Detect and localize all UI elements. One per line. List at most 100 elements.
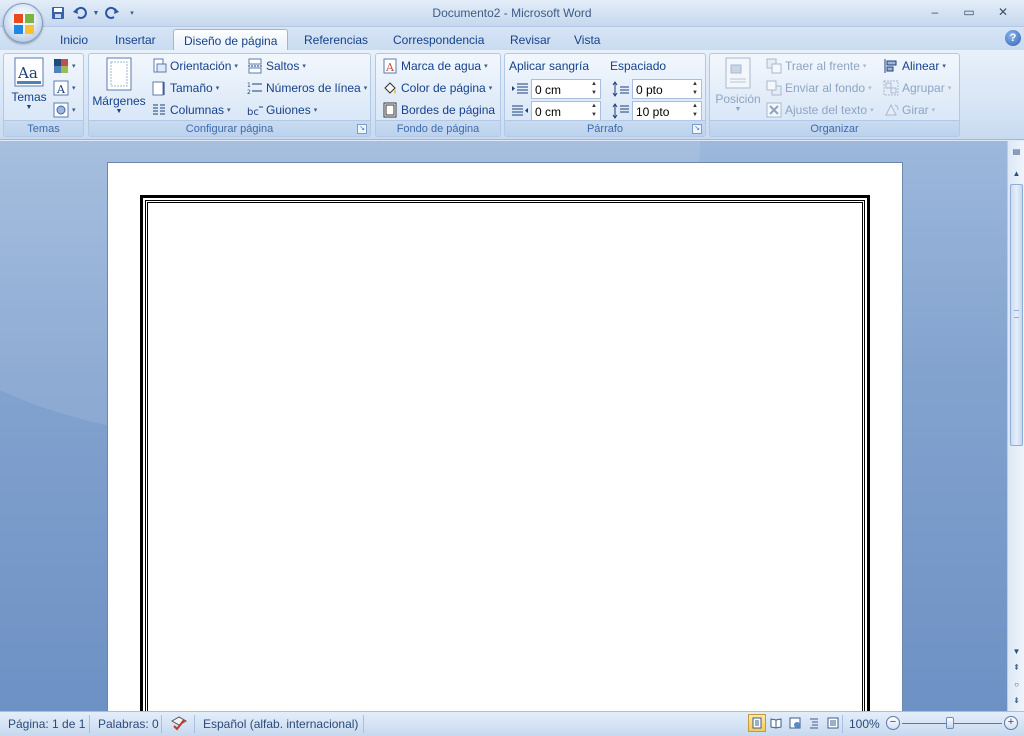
dropdown-arrow-icon: ▾ — [234, 63, 238, 70]
previous-page-icon[interactable]: ⇞ — [1009, 661, 1024, 675]
document-area[interactable] — [0, 141, 1007, 711]
text-wrap-button[interactable]: Ajuste del texto ▾ — [766, 101, 874, 119]
select-browse-object-icon[interactable]: ○ — [1009, 678, 1024, 692]
breaks-button[interactable]: Saltos ▾ — [247, 57, 306, 75]
spacing-after-icon — [612, 103, 629, 119]
help-icon[interactable]: ? — [1005, 30, 1021, 46]
page-borders-button[interactable]: Bordes de página — [382, 101, 495, 119]
tab-correspondencia[interactable]: Correspondencia — [383, 29, 494, 50]
svg-text:1: 1 — [247, 82, 251, 89]
page-color-button[interactable]: Color de página ▾ — [382, 79, 492, 97]
rotate-label: Girar — [902, 103, 929, 117]
align-icon — [884, 59, 897, 73]
send-to-back-icon — [766, 80, 782, 96]
outline-view-icon[interactable] — [805, 714, 823, 732]
print-layout-view-icon[interactable] — [748, 714, 766, 732]
zoom-out-button[interactable]: − — [886, 716, 900, 730]
themes-button[interactable]: Aa Temas ▼ — [9, 57, 49, 111]
scroll-thumb[interactable] — [1010, 184, 1023, 446]
bring-to-front-button[interactable]: Traer al frente ▾ — [766, 57, 866, 75]
send-to-back-button[interactable]: Enviar al fondo ▾ — [766, 79, 872, 97]
line-numbers-button[interactable]: 12 Números de línea ▾ — [247, 79, 367, 97]
group-button[interactable]: Agrupar ▾ — [883, 79, 951, 97]
indent-left-input[interactable]: 0 cm ▲ ▼ — [531, 79, 601, 99]
tab-insertar[interactable]: Insertar — [105, 29, 166, 50]
status-divider — [161, 715, 162, 733]
theme-fonts-button[interactable]: A ▾ — [53, 79, 76, 97]
indent-right-input[interactable]: 0 cm ▲ ▼ — [531, 101, 601, 121]
theme-colors-icon — [54, 59, 68, 73]
columns-button[interactable]: Columnas ▾ — [151, 101, 231, 119]
minimize-button[interactable]: – — [918, 2, 952, 22]
indent-right-icon — [512, 105, 528, 116]
group-label-temas: Temas — [4, 120, 83, 136]
margins-button[interactable]: Márgenes ▼ — [92, 57, 146, 115]
dropdown-arrow-icon: ▾ — [227, 107, 231, 114]
svg-text:2: 2 — [247, 89, 251, 96]
spinner-arrows-icon[interactable]: ▲ ▼ — [589, 80, 599, 98]
position-label: Posición — [715, 92, 761, 106]
spinner-arrows-icon[interactable]: ▲ ▼ — [690, 102, 700, 120]
ruler-toggle-icon[interactable]: ▤ — [1009, 145, 1024, 159]
status-divider — [194, 715, 195, 733]
office-button[interactable] — [3, 3, 43, 43]
rotate-icon — [885, 103, 899, 116]
scroll-down-icon[interactable]: ▼ — [1009, 645, 1024, 659]
group-fondo-de-pagina: A Marca de agua ▾ Color de página ▾ Bord… — [375, 53, 501, 137]
tab-revisar[interactable]: Revisar — [500, 29, 561, 50]
watermark-button[interactable]: A Marca de agua ▾ — [382, 57, 488, 75]
tab-inicio[interactable]: Inicio — [50, 29, 98, 50]
document-page[interactable] — [107, 162, 903, 711]
web-layout-view-icon[interactable] — [786, 714, 804, 732]
theme-fonts-icon: A — [53, 80, 69, 96]
align-button[interactable]: Alinear ▾ — [883, 57, 946, 75]
vertical-scrollbar[interactable]: ▤ ▲ ▼ ⇞ ○ ⇟ — [1007, 141, 1024, 711]
full-screen-reading-view-icon[interactable] — [767, 714, 785, 732]
zoom-slider-thumb[interactable] — [946, 717, 954, 729]
size-label: Tamaño — [170, 81, 213, 95]
group-icon — [883, 80, 899, 96]
word-count[interactable]: Palabras: 0 — [98, 717, 159, 731]
paragraph-launcher-icon[interactable]: ↘ — [692, 124, 702, 134]
bring-to-front-icon — [766, 58, 782, 74]
dropdown-arrow-icon: ▾ — [488, 85, 493, 92]
theme-effects-icon — [53, 102, 69, 118]
dropdown-arrow-icon: ▾ — [942, 63, 946, 70]
orientation-button[interactable]: Orientación ▾ — [151, 57, 238, 75]
spacing-after-value: 10 pto — [636, 105, 670, 119]
spacing-after-input[interactable]: 10 pto ▲ ▼ — [632, 101, 702, 121]
scroll-grip — [1014, 310, 1019, 318]
language-indicator[interactable]: Español (alfab. internacional) — [203, 717, 358, 731]
theme-effects-button[interactable]: ▾ — [53, 101, 76, 119]
page-border — [140, 195, 870, 711]
group-organizar: Posición ▼ Traer al frente ▾ Enviar al f… — [709, 53, 960, 137]
dropdown-arrow-icon: ▾ — [947, 85, 952, 92]
proofing-icon[interactable] — [170, 715, 188, 733]
columns-icon — [153, 104, 165, 115]
zoom-level[interactable]: 100% — [849, 717, 880, 731]
page-borders-label: Bordes de página — [401, 103, 496, 117]
position-button[interactable]: Posición ▼ — [713, 57, 763, 113]
spacing-before-input[interactable]: 0 pto ▲ ▼ — [632, 79, 702, 99]
size-button[interactable]: Tamaño ▾ — [151, 79, 219, 97]
status-divider — [842, 715, 843, 733]
hyphenation-button[interactable]: bc Guiones ▾ — [247, 101, 317, 119]
spinner-arrows-icon[interactable]: ▲ ▼ — [589, 102, 599, 120]
page-count[interactable]: Página: 1 de 1 — [8, 717, 85, 731]
maximize-button[interactable]: ▭ — [952, 2, 986, 22]
tab-diseno-de-pagina[interactable]: Diseño de página — [173, 29, 289, 50]
spinner-arrows-icon[interactable]: ▲ ▼ — [690, 80, 700, 98]
close-button[interactable]: ✕ — [986, 2, 1020, 22]
dropdown-arrow-icon: ▾ — [868, 85, 872, 92]
svg-text:A: A — [56, 83, 66, 96]
page-setup-launcher-icon[interactable]: ↘ — [357, 124, 367, 134]
tab-vista[interactable]: Vista — [564, 29, 610, 50]
tab-referencias[interactable]: Referencias — [294, 29, 378, 50]
ribbon: Aa Temas ▼ ▾ A ▾ ▾ Temas Márgenes ▼ Orie… — [0, 50, 1024, 140]
draft-view-icon[interactable] — [824, 714, 842, 732]
rotate-button[interactable]: Girar ▾ — [883, 101, 935, 119]
next-page-icon[interactable]: ⇟ — [1009, 694, 1024, 708]
theme-colors-button[interactable]: ▾ — [53, 57, 76, 75]
zoom-in-button[interactable]: + — [1004, 716, 1018, 730]
scroll-up-icon[interactable]: ▲ — [1009, 167, 1024, 181]
